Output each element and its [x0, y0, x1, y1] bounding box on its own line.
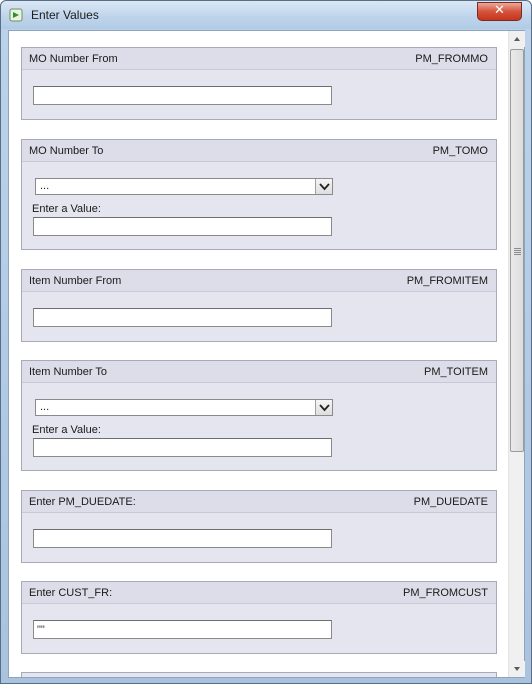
param-label: Item Number From [29, 275, 122, 287]
param-panel-duedate: Enter PM_DUEDATE: PM_DUEDATE [21, 490, 497, 563]
param-value-select[interactable]: ... [35, 178, 333, 195]
param-header: MO Number To PM_TOMO [22, 140, 496, 162]
select-value: ... [40, 180, 50, 192]
scroll-up-arrow-icon [514, 37, 520, 41]
param-label: Enter PM_DUEDATE: [29, 496, 136, 508]
param-value-input[interactable] [33, 308, 332, 327]
param-code: PM_FROMCUST [403, 587, 488, 599]
param-label: Item Number To [29, 366, 108, 378]
param-value-input[interactable] [33, 217, 332, 236]
param-header: Enter PM_DUEDATE: PM_DUEDATE [22, 491, 496, 513]
thumb-grip [514, 250, 521, 251]
param-code: PM_DUEDATE [413, 496, 488, 508]
window-title: Enter Values [31, 8, 99, 22]
scroll-down-arrow-icon [514, 667, 520, 671]
thumb-grip [514, 248, 521, 249]
close-icon: ✕ [494, 3, 505, 18]
enter-value-label: Enter a Value: [32, 424, 101, 436]
enter-values-window: Enter Values ✕ MO Number From PM_FROMMO … [0, 0, 532, 684]
param-header: Item Number From PM_FROMITEM [22, 270, 496, 292]
scroll-thumb[interactable] [510, 49, 524, 452]
scroll-down-button[interactable] [509, 661, 525, 677]
param-panel-fromcust: Enter CUST_FR: PM_FROMCUST [21, 581, 497, 654]
parameters-scroll-area: MO Number From PM_FROMMO MO Number To PM… [9, 31, 508, 677]
param-header: MO Number From PM_FROMMO [22, 48, 496, 70]
param-header: Item Number To PM_TOITEM [22, 361, 496, 383]
param-panel-fromitem: Item Number From PM_FROMITEM [21, 269, 497, 342]
param-value-select[interactable]: ... [35, 399, 333, 416]
title-bar[interactable]: Enter Values ✕ [1, 1, 531, 29]
param-value-input[interactable] [33, 529, 332, 548]
enter-value-label: Enter a Value: [32, 203, 101, 215]
param-value-input[interactable] [33, 86, 332, 105]
param-label: Enter CUST_FR: [29, 587, 113, 599]
param-label: MO Number To [29, 145, 104, 157]
thumb-grip [514, 252, 521, 253]
param-header: Enter CUST_FR: PM_FROMCUST [22, 582, 496, 604]
param-panel-frommo: MO Number From PM_FROMMO [21, 47, 497, 120]
param-panel-partial [21, 672, 497, 677]
param-code: PM_TOITEM [424, 366, 488, 378]
param-code: PM_TOMO [432, 145, 488, 157]
param-code: PM_FROMMO [415, 53, 488, 65]
param-code: PM_FROMITEM [406, 275, 488, 287]
param-panel-tomo: MO Number To PM_TOMO ... Enter a Value: [21, 139, 497, 250]
select-value: ... [40, 401, 50, 413]
param-value-input[interactable] [33, 438, 332, 457]
param-panel-toitem: Item Number To PM_TOITEM ... Enter a Val… [21, 360, 497, 471]
app-icon [9, 8, 23, 22]
close-button[interactable]: ✕ [477, 2, 522, 21]
chevron-down-icon [319, 183, 330, 191]
chevron-down-icon [319, 404, 330, 412]
dropdown-button[interactable] [315, 400, 332, 415]
dropdown-button[interactable] [315, 179, 332, 194]
param-value-input[interactable] [33, 620, 332, 639]
param-label: MO Number From [29, 53, 118, 65]
scroll-up-button[interactable] [509, 31, 525, 47]
thumb-grip [514, 254, 521, 255]
vertical-scrollbar[interactable] [508, 31, 525, 677]
client-area: MO Number From PM_FROMMO MO Number To PM… [8, 30, 525, 678]
